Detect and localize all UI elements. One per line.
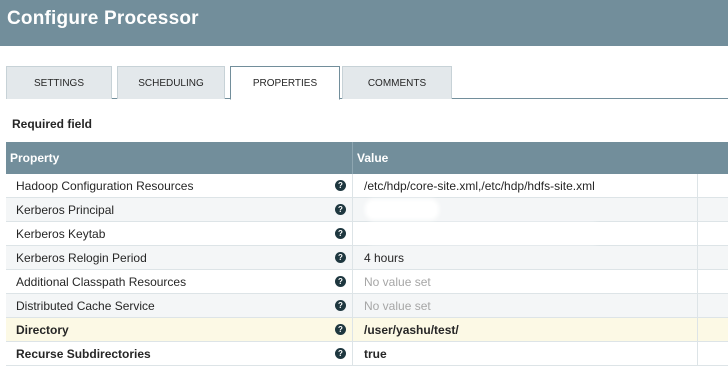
dialog-header: Configure Processor	[0, 0, 728, 46]
cell-divider	[352, 318, 353, 342]
cell-divider	[697, 342, 698, 366]
property-name: Kerberos Principal	[16, 203, 115, 217]
property-name: Kerberos Relogin Period	[16, 251, 147, 265]
tab-properties-label: PROPERTIES	[252, 77, 318, 89]
property-value[interactable]: /etc/hdp/core-site.xml,/etc/hdp/hdfs-sit…	[364, 179, 595, 193]
help-icon[interactable]: ?	[335, 204, 346, 215]
cell-divider	[352, 246, 353, 270]
column-header-value[interactable]: Value	[357, 151, 388, 165]
cell-divider	[352, 198, 353, 222]
property-value-unset[interactable]: No value set	[364, 275, 431, 289]
table-row[interactable]: Kerberos Relogin Period ? 4 hours	[6, 246, 728, 270]
property-value[interactable]: 4 hours	[364, 251, 404, 265]
cell-divider	[697, 294, 698, 318]
tab-settings-label: SETTINGS	[33, 77, 84, 89]
column-divider	[352, 142, 353, 174]
help-icon[interactable]: ?	[335, 180, 346, 191]
tab-scheduling-label: SCHEDULING	[138, 77, 204, 89]
cell-divider	[352, 222, 353, 246]
cell-divider	[697, 198, 698, 222]
property-name: Hadoop Configuration Resources	[16, 179, 194, 193]
redacted-value	[368, 202, 436, 217]
property-value[interactable]: /user/yashu/test/	[364, 323, 459, 337]
cell-divider	[352, 342, 353, 366]
tab-comments-label: COMMENTS	[367, 77, 427, 89]
table-row[interactable]: Recurse Subdirectories ? true	[6, 342, 728, 366]
cell-divider	[697, 270, 698, 294]
redacted-value	[368, 226, 598, 241]
help-icon[interactable]: ?	[335, 228, 346, 239]
table-row[interactable]: Distributed Cache Service ? No value set	[6, 294, 728, 318]
help-icon[interactable]: ?	[335, 252, 346, 263]
table-header: Property Value	[6, 142, 728, 174]
table-row-selected[interactable]: Directory ? /user/yashu/test/	[6, 318, 728, 342]
property-name: Distributed Cache Service	[16, 299, 155, 313]
cell-divider	[352, 294, 353, 318]
property-name: Kerberos Keytab	[16, 227, 106, 241]
property-name-required: Directory	[16, 323, 69, 337]
cell-divider	[697, 222, 698, 246]
table-row[interactable]: Kerberos Principal ?	[6, 198, 728, 222]
table-row[interactable]: Hadoop Configuration Resources ? /etc/hd…	[6, 174, 728, 198]
property-value-unset[interactable]: No value set	[364, 299, 431, 313]
help-icon[interactable]: ?	[335, 324, 346, 335]
help-icon[interactable]: ?	[335, 300, 346, 311]
property-name-required: Recurse Subdirectories	[16, 347, 151, 361]
cell-divider	[697, 318, 698, 342]
dialog-content: SETTINGS SCHEDULING PROPERTIES COMMENTS …	[0, 46, 728, 386]
table-row[interactable]: Additional Classpath Resources ? No valu…	[6, 270, 728, 294]
properties-table: Property Value Hadoop Configuration Reso…	[6, 142, 728, 368]
dialog-title: Configure Processor	[7, 8, 199, 29]
required-field-label: Required field	[12, 117, 93, 131]
tab-scheduling[interactable]: SCHEDULING	[117, 66, 225, 99]
help-icon[interactable]: ?	[335, 276, 346, 287]
cell-divider	[697, 174, 698, 198]
column-header-property[interactable]: Property	[10, 151, 59, 165]
table-row[interactable]: Kerberos Keytab ?	[6, 222, 728, 246]
tab-settings[interactable]: SETTINGS	[6, 66, 112, 99]
help-icon[interactable]: ?	[335, 348, 346, 359]
cell-divider	[697, 246, 698, 270]
tab-bar: SETTINGS SCHEDULING PROPERTIES COMMENTS	[6, 66, 728, 100]
tab-comments[interactable]: COMMENTS	[342, 66, 452, 99]
cell-divider	[352, 174, 353, 198]
property-name: Additional Classpath Resources	[16, 275, 187, 289]
property-value[interactable]: true	[364, 347, 387, 361]
cell-divider	[352, 270, 353, 294]
tab-properties[interactable]: PROPERTIES	[230, 66, 340, 100]
